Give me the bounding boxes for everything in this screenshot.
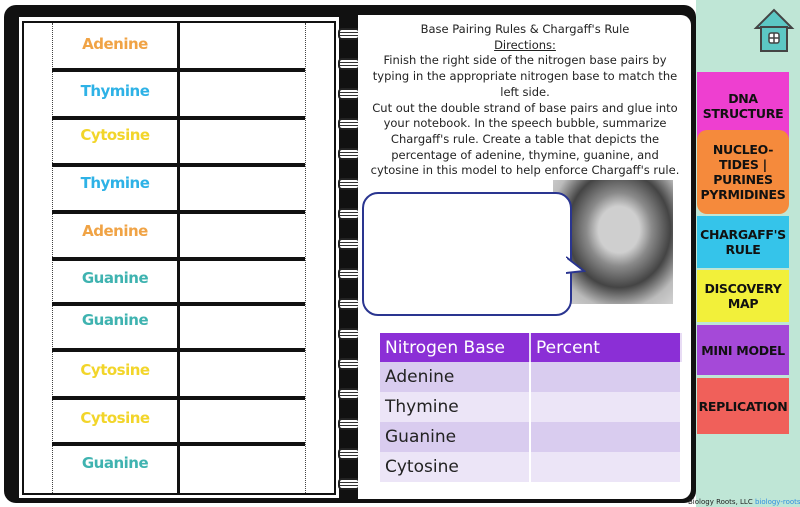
table-row: Adenine — [380, 362, 682, 392]
spiral-ring — [338, 328, 360, 340]
base-label: Adenine — [82, 35, 148, 53]
pair-answer-input[interactable] — [180, 398, 304, 438]
directions-panel: Base Pairing Rules & Chargaff's Rule Dir… — [368, 22, 682, 179]
page-title: Base Pairing Rules & Chargaff's Rule — [420, 22, 630, 36]
spiral-ring — [338, 28, 360, 40]
base-label: Thymine — [80, 174, 150, 192]
directions-label: Directions: — [494, 37, 556, 52]
tab-replication[interactable]: REPLICATION — [697, 378, 789, 434]
base-label: Cytosine — [80, 126, 150, 144]
pair-answer-input[interactable] — [180, 443, 304, 483]
directions-para-1: Finish the right side of the nitrogen ba… — [372, 53, 678, 99]
row-divider — [52, 116, 305, 120]
spiral-ring — [338, 208, 360, 220]
speech-bubble-input[interactable] — [362, 192, 572, 316]
spiral-ring — [338, 268, 360, 280]
percent-cell[interactable] — [530, 452, 682, 482]
spiral-ring — [338, 388, 360, 400]
row-divider — [52, 163, 305, 167]
footer: Biology Roots, LLC biology-roots.com — [688, 498, 800, 506]
base-cell: Cytosine — [380, 452, 531, 482]
nitrogen-base-table: Nitrogen Base Percent Adenine Thymine Guan… — [380, 333, 682, 482]
spiral-ring — [338, 238, 360, 250]
spiral-ring — [338, 418, 360, 430]
percent-cell[interactable] — [530, 362, 682, 392]
row-divider — [52, 68, 305, 72]
row-divider — [52, 396, 305, 400]
header-percent: Percent — [530, 333, 682, 362]
row-divider — [52, 210, 305, 214]
percent-cell[interactable] — [530, 392, 682, 422]
row-divider — [52, 257, 305, 261]
spiral-ring — [338, 148, 360, 160]
percent-cell[interactable] — [530, 422, 682, 452]
tab-mini-model[interactable]: MINI MODEL — [697, 325, 789, 375]
speech-bubble-tail — [566, 256, 586, 274]
tab-chargaff-s-rule[interactable]: CHARGAFF'S RULE — [697, 216, 789, 268]
spiral-ring — [338, 88, 360, 100]
base-cell: Adenine — [380, 362, 531, 392]
pair-answer-input[interactable] — [180, 71, 304, 111]
spiral-ring — [338, 358, 360, 370]
pair-answer-input[interactable] — [180, 258, 304, 298]
header-nitrogen-base: Nitrogen Base — [380, 333, 531, 362]
tab-discovery-map[interactable]: DISCOVERY MAP — [697, 270, 789, 322]
spiral-ring — [338, 118, 360, 130]
cut-line-right — [305, 23, 306, 493]
table-row: Cytosine — [380, 452, 682, 482]
spiral-ring — [338, 178, 360, 190]
pair-answer-input[interactable] — [180, 300, 304, 340]
footer-company: Biology Roots, LLC — [688, 498, 753, 506]
pair-answer-input[interactable] — [180, 24, 304, 64]
table-row: Thymine — [380, 392, 682, 422]
pair-answer-input[interactable] — [180, 115, 304, 155]
spiral-ring — [338, 298, 360, 310]
base-label: Guanine — [81, 311, 149, 329]
base-label: Cytosine — [80, 409, 150, 427]
house-icon[interactable] — [752, 6, 796, 54]
base-label: Guanine — [81, 454, 149, 472]
tab-nucleo-tides-purines-pyrmidines[interactable]: NUCLEO- TIDES | PURINES PYRMIDINES — [697, 130, 789, 214]
base-label: Cytosine — [80, 361, 150, 379]
row-divider — [52, 302, 305, 306]
spiral-ring — [338, 58, 360, 70]
row-divider — [52, 348, 305, 352]
base-label: Guanine — [81, 269, 149, 287]
table-row: Guanine — [380, 422, 682, 452]
spiral-ring — [338, 448, 360, 460]
base-label: Thymine — [80, 82, 150, 100]
pair-answer-input[interactable] — [180, 211, 304, 251]
footer-link[interactable]: biology-roots.com — [755, 498, 800, 506]
spiral-ring — [338, 478, 360, 490]
pair-answer-input[interactable] — [180, 350, 304, 390]
base-cell: Guanine — [380, 422, 531, 452]
base-cell: Thymine — [380, 392, 531, 422]
pair-answer-input[interactable] — [180, 163, 304, 203]
row-divider — [52, 442, 305, 446]
base-label: Adenine — [82, 222, 148, 240]
directions-para-2: Cut out the double strand of base pairs … — [370, 100, 680, 178]
